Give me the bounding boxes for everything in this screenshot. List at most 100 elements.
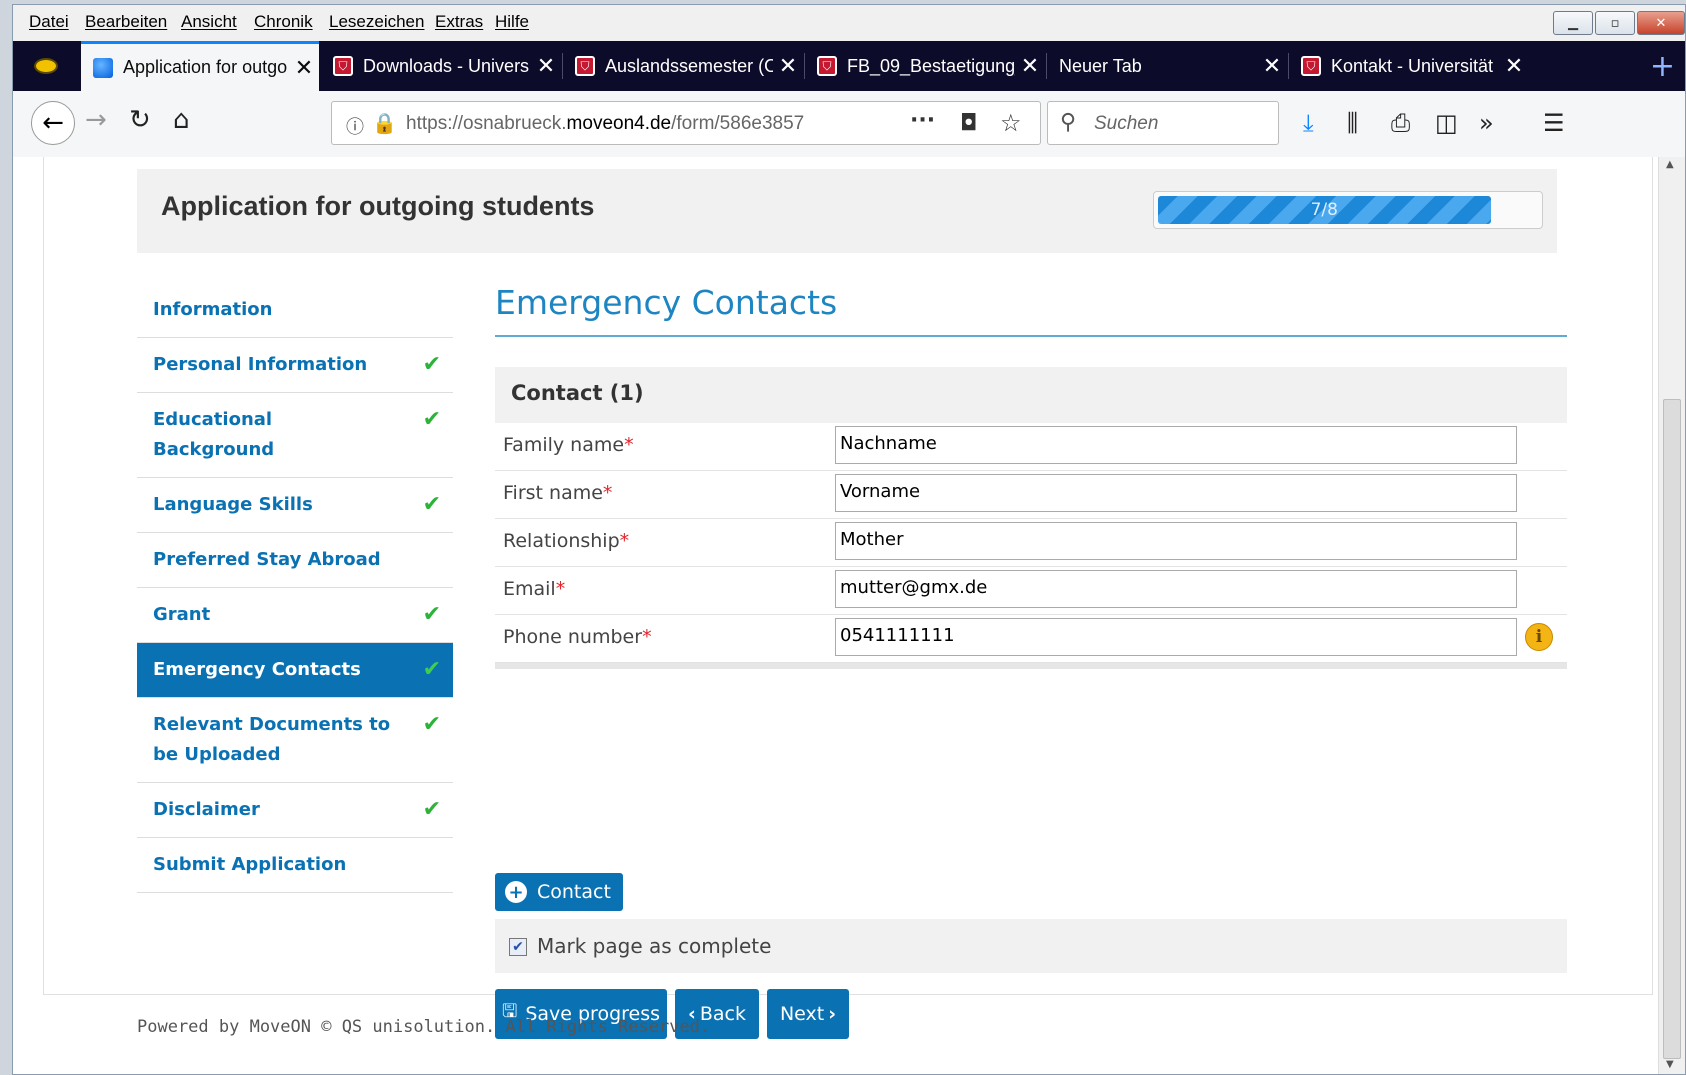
sidebar-item[interactable]: Information <box>137 283 453 338</box>
field-input[interactable]: mutter@gmx.de <box>835 570 1517 608</box>
menu-datei[interactable]: Datei <box>29 12 69 32</box>
form-steps-sidebar: Information Personal Information ✔ Educatio… <box>137 283 453 893</box>
sidebar-item[interactable]: Emergency Contacts ✔ <box>137 643 453 698</box>
search-placeholder: Suchen <box>1094 113 1159 134</box>
progress-text: 7/8 <box>1310 200 1338 220</box>
mark-complete-label[interactable]: Mark page as complete <box>537 934 771 958</box>
contact-heading: Contact (1) <box>511 381 644 405</box>
menu-bearbeiten[interactable]: Bearbeiten <box>85 12 167 32</box>
menu-chronik[interactable]: Chronik <box>254 12 313 32</box>
sidebar-item-label: Relevant Documents to be Uploaded <box>153 714 391 765</box>
menu-bar: Datei Bearbeiten Ansicht Chronik Lesezei… <box>13 5 1685 41</box>
section-divider <box>495 335 1567 337</box>
sidebar-item-label: Educational Background <box>153 409 275 460</box>
sidebar-icon[interactable]: ◫ <box>1435 109 1458 137</box>
menu-extras[interactable]: Extras <box>435 12 483 32</box>
field-input[interactable]: 0541111111 <box>835 618 1517 656</box>
checkmark-icon: ✔ <box>422 352 441 377</box>
shield-icon: ⛉ <box>817 56 837 76</box>
tab-title: Auslandssemester (O <box>605 55 773 76</box>
add-contact-button[interactable]: + Contact <box>495 873 623 911</box>
print-icon[interactable]: ⎙ <box>1391 109 1410 137</box>
sidebar-item[interactable]: Relevant Documents to be Uploaded ✔ <box>137 698 453 783</box>
field-input[interactable]: Mother <box>835 522 1517 560</box>
sidebar-item[interactable]: Submit Application <box>137 838 453 893</box>
contact-form: Family name* Nachname First name* Vorname Re… <box>495 423 1567 669</box>
tab-title: Kontakt - Universität <box>1331 55 1494 76</box>
hamburger-menu-icon[interactable]: ☰ <box>1543 109 1565 137</box>
tab-fb09[interactable]: ⛉ FB_09_Bestaetigung_ ✕ <box>805 41 1045 91</box>
form-row: Relationship* Mother <box>495 519 1567 567</box>
field-input[interactable]: Nachname <box>835 426 1517 464</box>
search-icon: ⚲ <box>1060 110 1077 135</box>
field-input[interactable]: Vorname <box>835 474 1517 512</box>
contact-panel: Contact (1) Family name* Nachname First na… <box>495 367 1567 669</box>
tab-downloads[interactable]: ⛉ Downloads - Univers ✕ <box>321 41 561 91</box>
sidebar-item[interactable]: Grant ✔ <box>137 588 453 643</box>
progress-fill: 7/8 <box>1158 196 1491 224</box>
checkmark-icon: ✔ <box>422 657 441 682</box>
back-arrow-icon[interactable]: ← <box>31 101 75 145</box>
menu-hilfe[interactable]: Hilfe <box>495 12 529 32</box>
tab-kontakt[interactable]: ⛉ Kontakt - Universität ✕ <box>1289 41 1529 91</box>
sidebar-item[interactable]: Personal Information ✔ <box>137 338 453 393</box>
forward-arrow-icon[interactable]: → <box>85 105 107 135</box>
field-label: Phone number* <box>503 626 652 648</box>
close-tab-icon[interactable]: ✕ <box>1257 53 1287 79</box>
close-window-button[interactable]: ✕ <box>1637 11 1685 35</box>
sidebar-item[interactable]: Preferred Stay Abroad <box>137 533 453 588</box>
library-icon[interactable]: ⫼ <box>1347 109 1358 137</box>
info-icon[interactable]: i <box>1525 623 1553 651</box>
tab-application[interactable]: Application for outgo ✕ <box>81 41 319 91</box>
sidebar-item[interactable]: Language Skills ✔ <box>137 478 453 533</box>
form-row: Family name* Nachname <box>495 423 1567 471</box>
tab-neuer-tab[interactable]: Neuer Tab ✕ <box>1047 41 1287 91</box>
close-tab-icon[interactable]: ✕ <box>531 53 561 79</box>
new-tab-icon[interactable]: + <box>1650 49 1675 84</box>
home-icon[interactable]: ⌂ <box>173 105 190 135</box>
field-label: First name* <box>503 482 613 504</box>
sidebar-item[interactable]: Educational Background ✔ <box>137 393 453 478</box>
field-label: Relationship* <box>503 530 630 552</box>
progress-bar: 7/8 <box>1153 191 1543 229</box>
footer-text: Powered by MoveON © QS unisolution. All … <box>137 1017 711 1037</box>
checkmark-icon: ✔ <box>422 712 441 737</box>
scroll-down-icon[interactable]: ▼ <box>1666 1059 1674 1070</box>
maximize-button[interactable]: ▫ <box>1595 11 1635 35</box>
reload-icon[interactable]: ↻ <box>129 105 151 135</box>
scroll-thumb[interactable] <box>1663 399 1681 1059</box>
close-tab-icon[interactable]: ✕ <box>289 55 319 81</box>
form-row: Phone number* 0541111111 i <box>495 615 1567 663</box>
sidebar-item-label: Grant <box>153 604 211 625</box>
minimize-button[interactable]: ▁ <box>1553 11 1593 35</box>
shield-icon: ⛉ <box>333 56 353 76</box>
tab-auslandssemester[interactable]: ⛉ Auslandssemester (O ✕ <box>563 41 803 91</box>
form-row: Email* mutter@gmx.de <box>495 567 1567 615</box>
checkmark-icon: ✔ <box>422 797 441 822</box>
mark-complete-checkbox[interactable]: ✔ <box>509 938 527 956</box>
scroll-up-icon[interactable]: ▲ <box>1666 159 1674 170</box>
vertical-scrollbar[interactable]: ▲ ▼ <box>1658 157 1685 1074</box>
url-text[interactable]: https://osnabrueck.moveon4.de/form/586e3… <box>406 113 804 135</box>
overflow-chevron-icon[interactable]: » <box>1479 109 1494 137</box>
menu-lesezeichen[interactable]: Lesezeichen <box>329 12 424 32</box>
close-tab-icon[interactable]: ✕ <box>1499 53 1529 79</box>
download-icon[interactable]: ⤓ <box>1303 109 1314 137</box>
next-button[interactable]: Next › <box>767 989 849 1039</box>
menu-ansicht[interactable]: Ansicht <box>181 12 237 32</box>
tab-menu[interactable] <box>13 41 79 91</box>
search-input[interactable]: ⚲ Suchen <box>1047 101 1279 145</box>
url-bar[interactable]: ⓘ 🔒 https://osnabrueck.moveon4.de/form/5… <box>331 101 1041 145</box>
sidebar-item-label: Information <box>153 299 273 320</box>
page-actions-icon[interactable]: ··· <box>910 108 935 133</box>
sidebar-item-label: Submit Application <box>153 854 347 875</box>
sidebar-item[interactable]: Disclaimer ✔ <box>137 783 453 838</box>
bookmark-star-icon[interactable]: ☆ <box>1000 109 1022 137</box>
info-circle-icon[interactable]: ⓘ <box>346 113 364 139</box>
close-tab-icon[interactable]: ✕ <box>773 53 803 79</box>
close-tab-icon[interactable]: ✕ <box>1015 53 1045 79</box>
pocket-icon[interactable]: ◘ <box>960 111 977 136</box>
next-label: Next <box>779 1003 825 1025</box>
checkmark-icon: ✔ <box>422 602 441 627</box>
complete-panel: ✔ Mark page as complete <box>495 919 1567 973</box>
